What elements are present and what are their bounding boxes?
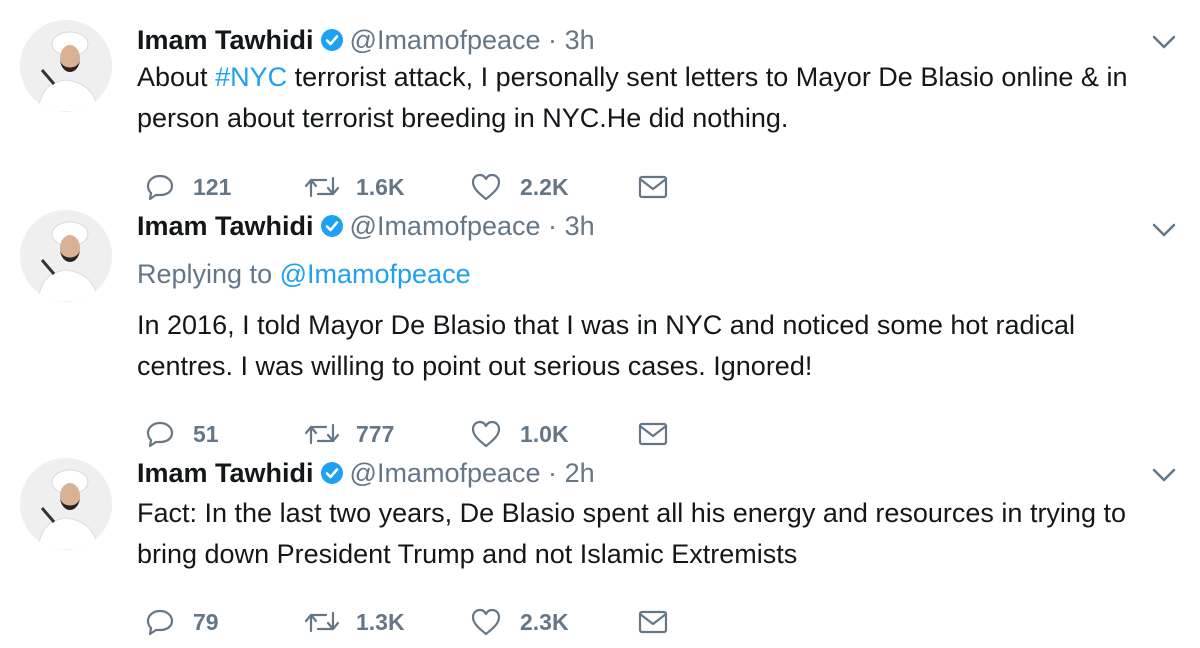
tweet-text: In 2016, I told Mayor De Blasio that I w… (137, 310, 1075, 381)
direct-message-button[interactable] (637, 167, 669, 207)
like-count: 2.2K (520, 173, 569, 200)
separator-dot: · (548, 25, 558, 55)
tweet-text-part: About (137, 62, 216, 92)
reply-icon (146, 174, 174, 201)
tweet-text: Fact: In the last two years, De Blasio s… (137, 498, 1126, 569)
user-handle[interactable]: @Imamofpeace (350, 211, 541, 241)
retweet-button[interactable]: 1.3K (302, 602, 405, 642)
verified-badge-icon (320, 459, 344, 484)
avatar[interactable] (20, 458, 112, 550)
tweet-header: Imam Tawhidi @Imamofpeace · 3h (137, 209, 595, 243)
tweet-actions: 79 1.3K 2.3K (137, 602, 737, 642)
tweet-2[interactable]: Imam Tawhidi @Imamofpeace · 3h Replying t… (0, 205, 1200, 455)
timestamp[interactable]: 2h (565, 458, 595, 488)
display-name[interactable]: Imam Tawhidi (137, 458, 314, 488)
hashtag-link[interactable]: #NYC (215, 62, 287, 92)
reply-count: 79 (193, 608, 219, 635)
like-button[interactable]: 2.3K (470, 602, 569, 642)
tweet-actions: 121 1.6K 2.2K (137, 167, 737, 207)
retweet-button[interactable]: 1.6K (302, 167, 405, 207)
verified-badge-icon (320, 212, 344, 237)
envelope-icon (638, 422, 668, 446)
avatar[interactable] (20, 210, 112, 302)
direct-message-button[interactable] (637, 602, 669, 642)
like-button[interactable]: 2.2K (470, 167, 569, 207)
reply-button[interactable]: 79 (145, 602, 219, 642)
reply-count: 121 (193, 173, 232, 200)
reply-button[interactable]: 51 (145, 414, 219, 454)
tweet-actions: 51 777 1.0K (137, 414, 737, 454)
retweet-icon (304, 611, 340, 633)
retweet-count: 1.6K (356, 173, 405, 200)
verified-badge-icon (320, 26, 344, 51)
tweet-header: Imam Tawhidi @Imamofpeace · 3h (137, 23, 595, 57)
retweet-count: 777 (356, 420, 395, 447)
envelope-icon (638, 610, 668, 634)
tweet-1[interactable]: Imam Tawhidi @Imamofpeace · 3h About #NYC… (0, 0, 1200, 215)
user-handle[interactable]: @Imamofpeace (350, 25, 541, 55)
reply-icon (146, 609, 174, 636)
user-handle[interactable]: @Imamofpeace (350, 458, 541, 488)
like-count: 1.0K (520, 420, 569, 447)
replying-to-mention[interactable]: @Imamofpeace (280, 259, 471, 289)
timestamp[interactable]: 3h (565, 25, 595, 55)
retweet-count: 1.3K (356, 608, 405, 635)
like-button[interactable]: 1.0K (470, 414, 569, 454)
heart-icon (471, 608, 501, 636)
direct-message-button[interactable] (637, 414, 669, 454)
display-name[interactable]: Imam Tawhidi (137, 25, 314, 55)
envelope-icon (638, 175, 668, 199)
tweet-text: About #NYC terrorist attack, I personall… (137, 57, 1177, 139)
timestamp[interactable]: 3h (565, 211, 595, 241)
replying-to: Replying to @Imamofpeace (137, 257, 471, 291)
heart-icon (471, 173, 501, 201)
separator-dot: · (548, 458, 558, 488)
tweet-3[interactable]: Imam Tawhidi @Imamofpeace · 2h Fact: In t… (0, 455, 1200, 648)
like-count: 2.3K (520, 608, 569, 635)
retweet-button[interactable]: 777 (302, 414, 394, 454)
display-name[interactable]: Imam Tawhidi (137, 211, 314, 241)
separator-dot: · (548, 211, 558, 241)
reply-count: 51 (193, 420, 219, 447)
retweet-icon (304, 176, 340, 198)
heart-icon (471, 420, 501, 448)
reply-button[interactable]: 121 (145, 167, 231, 207)
retweet-icon (304, 423, 340, 445)
avatar[interactable] (20, 20, 112, 112)
tweet-header: Imam Tawhidi @Imamofpeace · 2h (137, 456, 595, 490)
replying-to-label: Replying to (137, 259, 280, 289)
chevron-down-icon[interactable] (1150, 220, 1178, 240)
reply-icon (146, 421, 174, 448)
chevron-down-icon[interactable] (1150, 32, 1178, 52)
chevron-down-icon[interactable] (1150, 465, 1178, 485)
